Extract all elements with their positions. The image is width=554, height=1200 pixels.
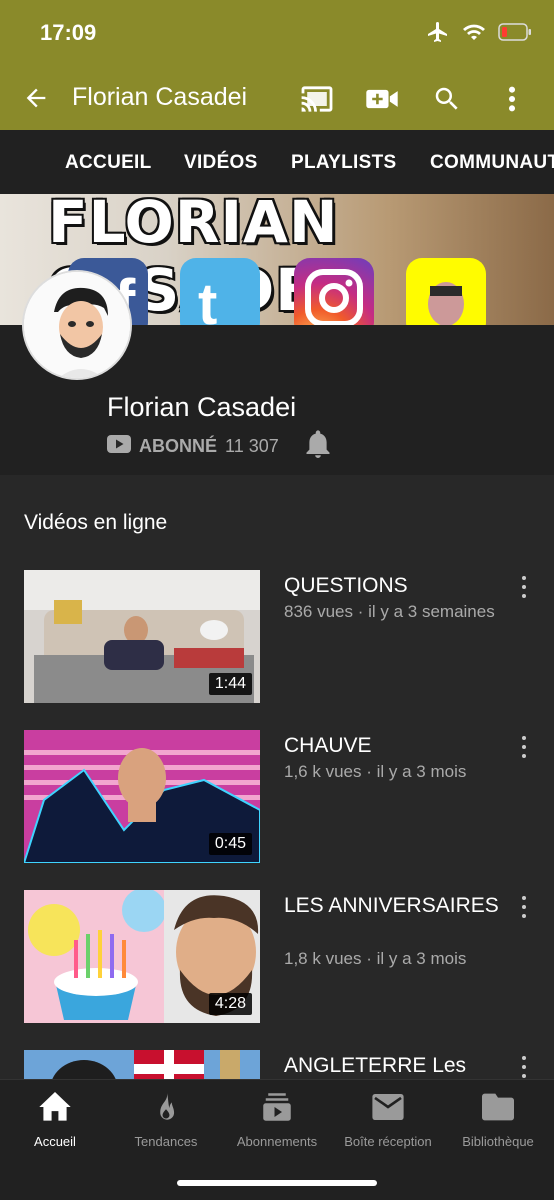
cast-icon[interactable] <box>300 82 334 116</box>
channel-avatar[interactable] <box>22 270 132 380</box>
youtube-play-icon <box>107 435 131 458</box>
video-thumbnail[interactable]: 4:28 <box>24 890 260 1023</box>
nav-label: Bibliothèque <box>462 1134 534 1149</box>
tab-accueil[interactable]: ACCUEIL <box>65 152 152 174</box>
twitter-logo-icon: t <box>180 258 260 325</box>
nav-item-accueil[interactable]: Accueil <box>0 1090 110 1149</box>
nav-label: Accueil <box>34 1134 76 1149</box>
notification-bell-icon[interactable] <box>305 430 331 463</box>
status-bar: 17:09 <box>0 0 554 66</box>
subscriptions-icon <box>222 1090 332 1124</box>
video-meta: 1,6 k vues · il y a 3 mois <box>284 762 467 781</box>
video-title[interactable]: CHAUVE <box>284 732 504 759</box>
home-indicator <box>177 1180 377 1186</box>
video-more-icon[interactable] <box>514 574 534 600</box>
nav-item-abonnements[interactable]: Abonnements <box>222 1090 332 1149</box>
snapchat-logo-icon <box>406 258 486 325</box>
video-item[interactable]: 0:45 CHAUVE 1,6 k vues · il y a 3 mois <box>0 730 554 870</box>
battery-icon <box>498 23 532 46</box>
home-icon <box>0 1090 110 1124</box>
video-more-icon[interactable] <box>514 1054 534 1080</box>
library-icon <box>443 1090 553 1124</box>
video-item[interactable]: 1:44 QUESTIONS 836 vues · il y a 3 semai… <box>0 570 554 710</box>
flame-icon <box>111 1090 221 1124</box>
nav-label: Boîte réception <box>344 1134 432 1149</box>
nav-item-tendances[interactable]: Tendances <box>111 1090 221 1149</box>
section-title: Vidéos en ligne <box>24 511 168 534</box>
subscribed-button[interactable]: ABONNÉ <box>139 436 217 457</box>
status-time: 17:09 <box>40 20 97 45</box>
subscription-row: ABONNÉ 11 307 <box>107 430 331 463</box>
more-options-icon[interactable] <box>495 82 529 116</box>
nav-label: Abonnements <box>236 1134 318 1149</box>
video-thumbnail[interactable]: 1:44 <box>24 570 260 703</box>
wifi-icon <box>462 22 486 47</box>
status-icons <box>426 20 532 49</box>
airplane-icon <box>426 20 450 49</box>
video-meta: 836 vues · il y a 3 semaines <box>284 602 495 621</box>
app-bar: Florian Casadei <box>0 66 554 130</box>
video-meta: 1,8 k vues · il y a 3 mois <box>284 949 467 968</box>
nav-item-bibliotheque[interactable]: Bibliothèque <box>443 1090 553 1149</box>
video-more-icon[interactable] <box>514 734 534 760</box>
video-duration: 1:44 <box>208 673 252 695</box>
video-title[interactable]: LES ANNIVERSAIRES <box>284 892 504 919</box>
channel-title: Florian Casadei <box>72 83 248 111</box>
channel-name: Florian Casadei <box>107 392 297 422</box>
video-more-icon[interactable] <box>514 894 534 920</box>
tab-communaute[interactable]: COMMUNAUTÉ <box>430 152 554 174</box>
nav-item-boite-reception[interactable]: Boîte réception <box>333 1090 443 1149</box>
video-item[interactable]: ANGLETERRE Les <box>0 1050 554 1080</box>
video-duration: 0:45 <box>208 833 252 855</box>
video-duration: 4:28 <box>208 993 252 1015</box>
channel-tabs: ACCUEIL VIDÉOS PLAYLISTS COMMUNAUTÉ <box>0 130 554 194</box>
svg-text:t: t <box>198 272 217 325</box>
upload-video-icon[interactable] <box>365 82 399 116</box>
tab-videos[interactable]: VIDÉOS <box>184 152 258 174</box>
nav-label: Tendances <box>134 1134 198 1149</box>
video-thumbnail[interactable]: 0:45 <box>24 730 260 863</box>
video-thumbnail[interactable] <box>24 1050 260 1080</box>
instagram-logo-icon <box>294 258 374 325</box>
tab-playlists[interactable]: PLAYLISTS <box>291 152 396 174</box>
inbox-icon <box>333 1090 443 1124</box>
video-title[interactable]: QUESTIONS <box>284 572 504 599</box>
search-icon[interactable] <box>430 82 464 116</box>
subscriber-count: 11 307 <box>225 436 279 456</box>
video-item[interactable]: 4:28 LES ANNIVERSAIRES 1,8 k vues · il y… <box>0 890 554 1030</box>
video-title[interactable]: ANGLETERRE Les <box>284 1052 504 1079</box>
back-arrow-icon[interactable] <box>22 84 50 112</box>
